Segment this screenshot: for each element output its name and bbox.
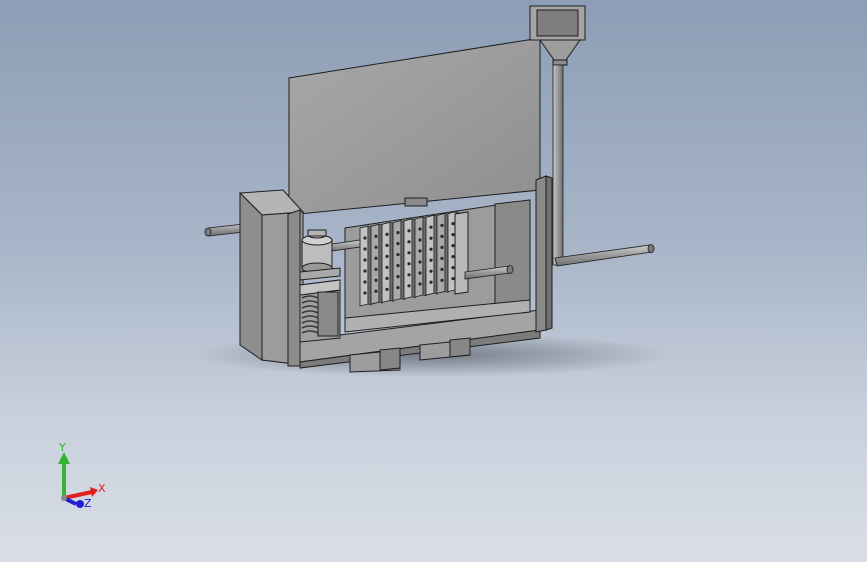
z-axis-arrow [76,500,84,508]
cad-model-view[interactable] [0,0,867,562]
filter-plate[interactable] [359,225,372,307]
filter-plate[interactable] [425,214,438,296]
z-axis-label: Z [84,497,92,510]
filter-plate[interactable] [381,221,394,303]
motor-cylinder[interactable] [299,229,341,281]
filter-plate[interactable] [370,223,383,305]
end-plate[interactable] [454,211,469,295]
spring-assembly[interactable] [299,279,341,343]
x-axis-arrow [90,487,98,497]
x-axis-label: X [98,482,106,495]
right-post[interactable] [535,175,553,333]
top-bracket[interactable] [404,197,428,207]
graphics-viewport[interactable]: Y X Z [0,0,867,562]
left-post[interactable] [287,209,301,367]
filter-plate[interactable] [403,218,416,300]
filter-plate[interactable] [436,212,449,294]
filter-plate[interactable] [392,220,405,302]
y-axis-label: Y [58,441,66,454]
filter-plate[interactable] [414,216,427,298]
vertical-pipe[interactable] [552,64,564,266]
coordinate-triad: Y X Z [58,441,106,510]
triad-origin [61,495,67,501]
back-panel[interactable] [288,37,541,216]
outlet-pipe[interactable] [554,244,655,267]
